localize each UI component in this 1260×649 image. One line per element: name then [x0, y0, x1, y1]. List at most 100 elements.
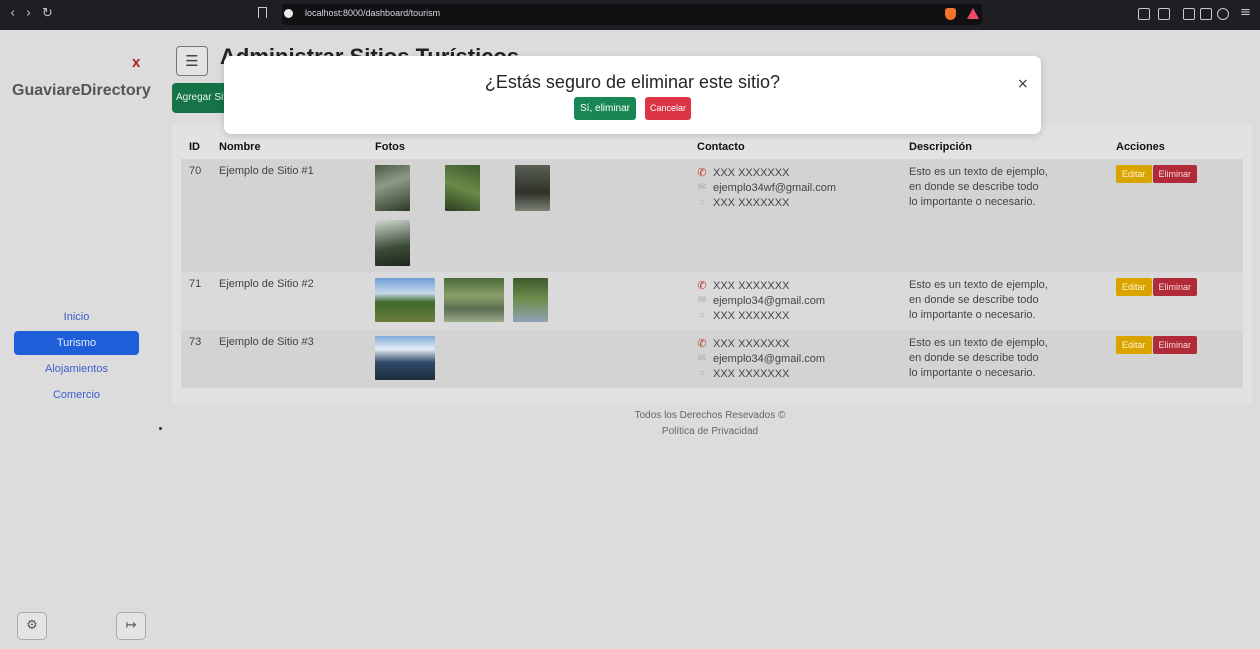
sidebar-resize-handle[interactable]: [159, 427, 162, 430]
wallet-icon[interactable]: [1158, 8, 1170, 20]
bookmark-icon[interactable]: [258, 7, 267, 18]
url-text[interactable]: localhost:8000/dashboard/tourism: [305, 8, 440, 18]
logout-icon[interactable]: ↦: [116, 612, 146, 640]
close-icon[interactable]: ×: [1017, 76, 1029, 92]
split-view-icon[interactable]: [1200, 8, 1212, 20]
cell-contacto: ✆ XXX XXXXXXX ✉ ejemplo34@gmail.com ○ XXX X…: [689, 272, 901, 330]
cell-nombre: Ejemplo de Sitio #3: [219, 336, 314, 348]
contact-email: ejemplo34wf@gmail.com: [713, 181, 837, 194]
back-icon[interactable]: ‹: [10, 6, 15, 21]
cell-id: 71: [189, 278, 202, 290]
column-header-nombre: Nombre: [219, 141, 261, 153]
email-icon: ✉: [697, 353, 707, 364]
sidebar-item-comercio[interactable]: Comercio: [14, 383, 139, 407]
cell-descripcion: Esto es un texto de ejemplo, en donde se…: [901, 330, 1108, 388]
site-photo[interactable]: [444, 278, 504, 322]
column-header-id: ID: [189, 141, 200, 153]
cell-nombre: Ejemplo de Sitio #1: [219, 165, 314, 177]
description-line: en donde se describe todo: [909, 352, 1039, 364]
contact-whatsapp: XXX XXXXXXX: [713, 309, 790, 322]
site-photo[interactable]: [515, 165, 550, 211]
confirm-delete-button[interactable]: Sí, eliminar: [574, 97, 637, 120]
email-icon: ✉: [697, 182, 707, 193]
cell-acciones: Editar Eliminar: [1108, 159, 1243, 272]
site-photo[interactable]: [513, 278, 548, 322]
whatsapp-icon: ○: [698, 197, 706, 208]
copyright-text: Todos los Derechos Resevados ©: [634, 410, 786, 421]
column-header-descripcion: Descripción: [909, 141, 972, 153]
edit-button[interactable]: Editar: [1116, 336, 1152, 354]
contact-phone: XXX XXXXXXX: [713, 166, 790, 179]
vpn-icon[interactable]: [1217, 8, 1229, 20]
delete-button[interactable]: Eliminar: [1152, 165, 1198, 183]
table-row: 70 Ejemplo de Sitio #1 ✆ XXX XXXXXXX ✉ eje…: [181, 159, 1243, 272]
extensions-icon[interactable]: [1138, 8, 1150, 20]
sidebar-item-inicio[interactable]: Inicio: [14, 305, 139, 329]
site-info-icon[interactable]: [284, 9, 293, 18]
site-photo[interactable]: [375, 165, 410, 211]
browser-toolbar: ‹ › ↻ localhost:8000/dashboard/tourism ≡: [0, 0, 1260, 30]
cell-descripcion: Esto es un texto de ejemplo, en donde se…: [901, 159, 1108, 272]
modal-title: ¿Estás seguro de eliminar este sitio?: [484, 72, 781, 92]
table-row: 73 Ejemplo de Sitio #3 ✆ XXX XXXXXXX ✉ eje…: [181, 330, 1243, 388]
sidebar: x GuaviareDirectory Inicio Turismo Aloja…: [0, 30, 162, 649]
sidebar-item-alojamientos[interactable]: Alojamientos: [14, 357, 139, 381]
menu-toggle-button[interactable]: ☰: [176, 46, 208, 76]
site-photo[interactable]: [445, 165, 480, 211]
cell-id: 73: [189, 336, 202, 348]
column-header-contacto: Contacto: [697, 141, 745, 153]
site-photo[interactable]: [375, 220, 410, 266]
delete-button[interactable]: Eliminar: [1152, 336, 1198, 354]
edit-button[interactable]: Editar: [1116, 165, 1152, 183]
phone-icon: ✆: [697, 167, 707, 179]
description-line: lo importante o necesario.: [909, 309, 1036, 321]
whatsapp-icon: ○: [698, 310, 706, 321]
cell-acciones: Editar Eliminar: [1108, 272, 1243, 330]
sites-table: ID Nombre Fotos Contacto Descripción Acc…: [181, 135, 1243, 388]
cell-fotos: [367, 272, 689, 330]
brave-shields-icon[interactable]: [945, 8, 956, 20]
description-line: Esto es un texto de ejemplo,: [909, 166, 1048, 178]
contact-phone: XXX XXXXXXX: [713, 337, 790, 350]
cell-acciones: Editar Eliminar: [1108, 330, 1243, 388]
contact-whatsapp: XXX XXXXXXX: [713, 367, 790, 380]
table-row: 71 Ejemplo de Sitio #2 ✆ XXX XXXXXXX ✉ eje…: [181, 272, 1243, 330]
cell-contacto: ✆ XXX XXXXXXX ✉ ejemplo34@gmail.com ○ XXX X…: [689, 330, 901, 388]
settings-icon[interactable]: ⚙: [17, 612, 47, 640]
description-line: lo importante o necesario.: [909, 196, 1036, 208]
contact-email: ejemplo34@gmail.com: [713, 352, 826, 365]
column-header-acciones: Acciones: [1116, 141, 1165, 153]
sidebar-item-turismo[interactable]: Turismo: [14, 331, 139, 355]
cell-fotos: [367, 330, 689, 388]
column-header-fotos: Fotos: [375, 141, 405, 153]
description-line: en donde se describe todo: [909, 181, 1039, 193]
reload-icon[interactable]: ↻: [42, 6, 53, 21]
privacy-link[interactable]: Política de Privacidad: [500, 424, 920, 440]
description-line: en donde se describe todo: [909, 294, 1039, 306]
brand-logo: GuaviareDirectory: [12, 82, 151, 99]
delete-button[interactable]: Eliminar: [1152, 278, 1198, 296]
forward-icon[interactable]: ›: [26, 6, 31, 21]
footer: Todos los Derechos Resevados © Política …: [500, 408, 920, 440]
whatsapp-icon: ○: [698, 368, 706, 379]
phone-icon: ✆: [697, 280, 707, 292]
cell-contacto: ✆ XXX XXXXXXX ✉ ejemplo34wf@gmail.com ○ XXX…: [689, 159, 901, 272]
menu-icon[interactable]: ≡: [1240, 5, 1251, 20]
site-photo[interactable]: [375, 278, 435, 322]
contact-email: ejemplo34@gmail.com: [713, 294, 826, 307]
description-line: Esto es un texto de ejemplo,: [909, 337, 1048, 349]
close-sidebar-icon[interactable]: x: [132, 54, 140, 71]
description-line: lo importante o necesario.: [909, 367, 1036, 379]
email-icon: ✉: [697, 295, 707, 306]
cell-nombre: Ejemplo de Sitio #2: [219, 278, 314, 290]
description-line: Esto es un texto de ejemplo,: [909, 279, 1048, 291]
phone-icon: ✆: [697, 338, 707, 350]
delete-confirm-modal: ¿Estás seguro de eliminar este sitio? × …: [224, 56, 1041, 134]
sidebar-toggle-icon[interactable]: [1183, 8, 1195, 20]
contact-whatsapp: XXX XXXXXXX: [713, 196, 790, 209]
edit-button[interactable]: Editar: [1116, 278, 1152, 296]
site-photo[interactable]: [375, 336, 435, 380]
brave-rewards-icon[interactable]: [967, 8, 979, 19]
cancel-button[interactable]: Cancelar: [645, 97, 692, 120]
cell-fotos: [367, 159, 689, 272]
